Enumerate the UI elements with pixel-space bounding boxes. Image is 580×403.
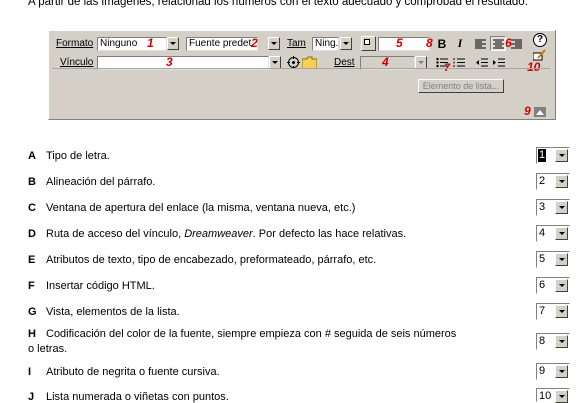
marker-3: 3: [166, 55, 173, 69]
chevron-down-icon[interactable]: [555, 305, 568, 318]
list-item-continuation: o letras.: [28, 343, 68, 355]
answer-select-i[interactable]: 9: [536, 363, 570, 380]
marker-1: 1: [147, 36, 154, 50]
answer-select-a[interactable]: 1: [536, 147, 570, 164]
format-label: Formato: [56, 38, 94, 49]
bold-button[interactable]: B: [434, 36, 450, 51]
size-select[interactable]: Ning.: [312, 37, 339, 51]
marker-4: 4: [382, 55, 389, 69]
answer-select-g[interactable]: 7: [536, 303, 570, 320]
marker-9: 9: [524, 104, 531, 118]
marker-5: 5: [396, 36, 403, 50]
align-left-icon: [474, 39, 486, 48]
chevron-down-icon[interactable]: [555, 149, 568, 162]
list-item: A Tipo de letra.: [28, 150, 110, 162]
panel-divider: [52, 68, 550, 69]
marker-8: 8: [426, 36, 433, 50]
numbered-list-icon: [453, 58, 465, 67]
list-item: F Insertar código HTML.: [28, 280, 155, 292]
list-item: B Alineación del párrafo.: [28, 176, 156, 188]
chevron-down-icon[interactable]: [555, 335, 568, 348]
format-dropdown-arrow[interactable]: [167, 37, 179, 50]
align-center-button[interactable]: [490, 36, 506, 51]
list-item: I Atributo de negrita o fuente cursiva.: [28, 366, 220, 378]
chevron-down-icon[interactable]: [555, 201, 568, 214]
list-element-button[interactable]: Elemento de lista...: [418, 79, 504, 93]
help-icon[interactable]: ?: [533, 33, 547, 47]
marker-6: 6: [505, 36, 512, 50]
answer-select-j[interactable]: 10: [536, 388, 570, 403]
point-to-file-icon[interactable]: [287, 56, 300, 74]
marker-2: 2: [251, 36, 258, 50]
format-select[interactable]: Ninguno: [97, 37, 167, 51]
chevron-down-icon[interactable]: [555, 175, 568, 188]
indent-icon: [493, 58, 505, 67]
target-label: Dest: [334, 57, 355, 68]
list-item: G Vista, elementos de la lista.: [28, 306, 180, 318]
marker-10: 10: [527, 60, 541, 74]
collapse-arrow-icon: [536, 109, 544, 115]
chevron-down-icon[interactable]: [555, 279, 568, 292]
answer-select-d[interactable]: 4: [536, 225, 570, 242]
folder-icon[interactable]: [301, 56, 318, 74]
answer-select-f[interactable]: 6: [536, 277, 570, 294]
chevron-down-icon[interactable]: [555, 253, 568, 266]
answer-select-b[interactable]: 2: [536, 173, 570, 190]
expand-collapse-button[interactable]: [534, 107, 546, 117]
color-picker-button[interactable]: [361, 36, 376, 51]
size-dropdown-arrow[interactable]: [340, 37, 352, 50]
link-label: Vínculo: [60, 57, 94, 68]
align-right-icon: [510, 39, 522, 48]
list-item: J Lista numerada o viñetas con puntos.: [28, 391, 229, 403]
answer-select-e[interactable]: 5: [536, 251, 570, 268]
color-hex-input[interactable]: [378, 37, 430, 51]
font-dropdown-arrow[interactable]: [268, 37, 280, 50]
font-select[interactable]: Fuente predet.: [186, 37, 258, 51]
chevron-down-icon[interactable]: [555, 390, 568, 403]
list-item: C Ventana de apertura del enlace (la mism…: [28, 202, 356, 214]
color-swatch-icon: [364, 39, 370, 45]
answer-select-c[interactable]: 3: [536, 199, 570, 216]
outdent-icon: [476, 58, 488, 67]
list-item: D Ruta de acceso del vínculo, Dreamweaver…: [28, 228, 407, 240]
align-left-button[interactable]: [472, 36, 488, 51]
answer-select-h[interactable]: 8: [536, 333, 570, 350]
italic-button[interactable]: I: [452, 36, 468, 51]
size-label: Tam: [287, 38, 306, 49]
align-center-icon: [492, 39, 504, 48]
list-item: E Atributos de texto, tipo de encabezado,…: [28, 254, 377, 266]
chevron-down-icon[interactable]: [555, 365, 568, 378]
instructions-text: A partir de las imágenes, relacionad los…: [28, 0, 528, 8]
chevron-down-icon[interactable]: [555, 227, 568, 240]
list-item: H Codificación del color de la fuente, si…: [28, 328, 457, 340]
